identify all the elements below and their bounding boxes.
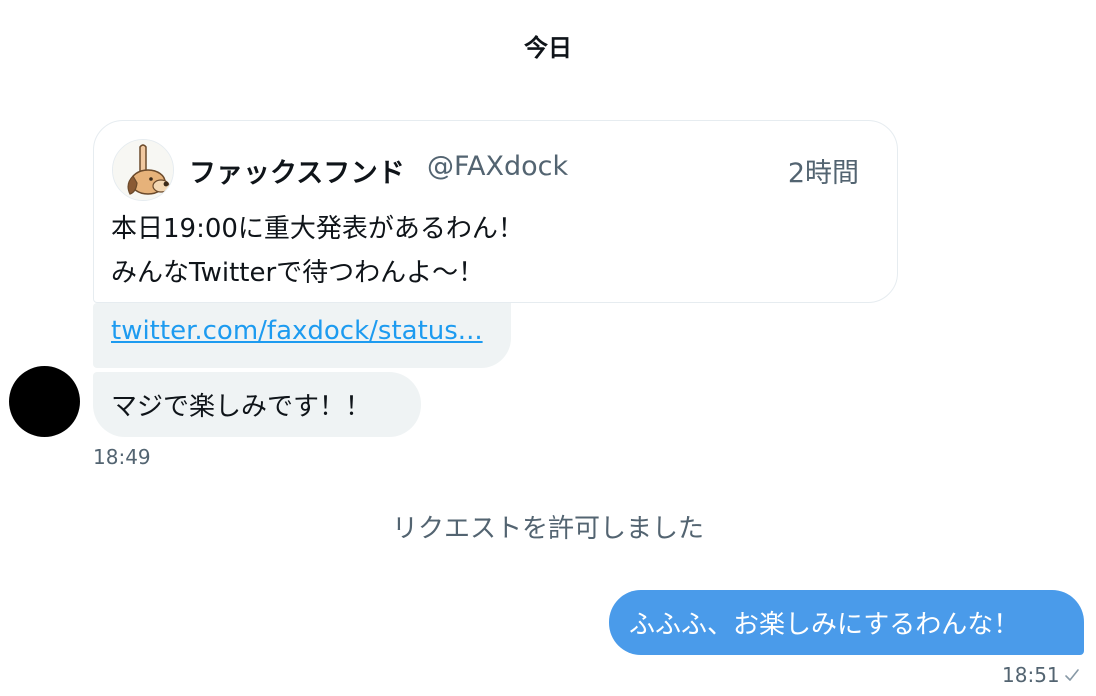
sent-message-bubble[interactable]: ふふふ、お楽しみにするわんな！	[609, 590, 1084, 655]
tweet-link[interactable]: twitter.com/faxdock/status...	[111, 316, 483, 346]
sent-check-icon	[1065, 669, 1079, 681]
dm-conversation: 今日 ファックスフンド @FAXdock 2時間 本日19:00に重大発表がある…	[0, 0, 1096, 696]
day-separator: 今日	[524, 34, 572, 62]
received-message-bubble[interactable]: マジで楽しみです！！	[93, 372, 421, 437]
dachshund-avatar-icon	[113, 140, 173, 200]
tweet-author-avatar[interactable]	[112, 139, 174, 201]
tweet-text-line: 本日19:00に重大発表があるわん！	[111, 214, 524, 244]
sender-avatar[interactable]	[9, 366, 80, 437]
system-message: リクエストを許可しました	[391, 514, 704, 544]
tweet-author-name[interactable]: ファックスフンド	[189, 151, 405, 190]
received-message-time: 18:49	[93, 445, 151, 469]
tweet-author-handle[interactable]: @FAXdock	[427, 151, 568, 182]
tweet-text: 本日19:00に重大発表があるわん！ みんなTwitterで待つわんよ〜！	[111, 207, 524, 295]
shared-tweet-card[interactable]: ファックスフンド @FAXdock 2時間 本日19:00に重大発表があるわん！…	[93, 120, 898, 303]
tweet-timestamp[interactable]: 2時間	[788, 151, 859, 190]
tweet-text-line: みんなTwitterで待つわんよ〜！	[111, 258, 485, 288]
sent-message-time: 18:51	[1002, 663, 1060, 687]
link-message-bubble: twitter.com/faxdock/status...	[93, 303, 511, 368]
